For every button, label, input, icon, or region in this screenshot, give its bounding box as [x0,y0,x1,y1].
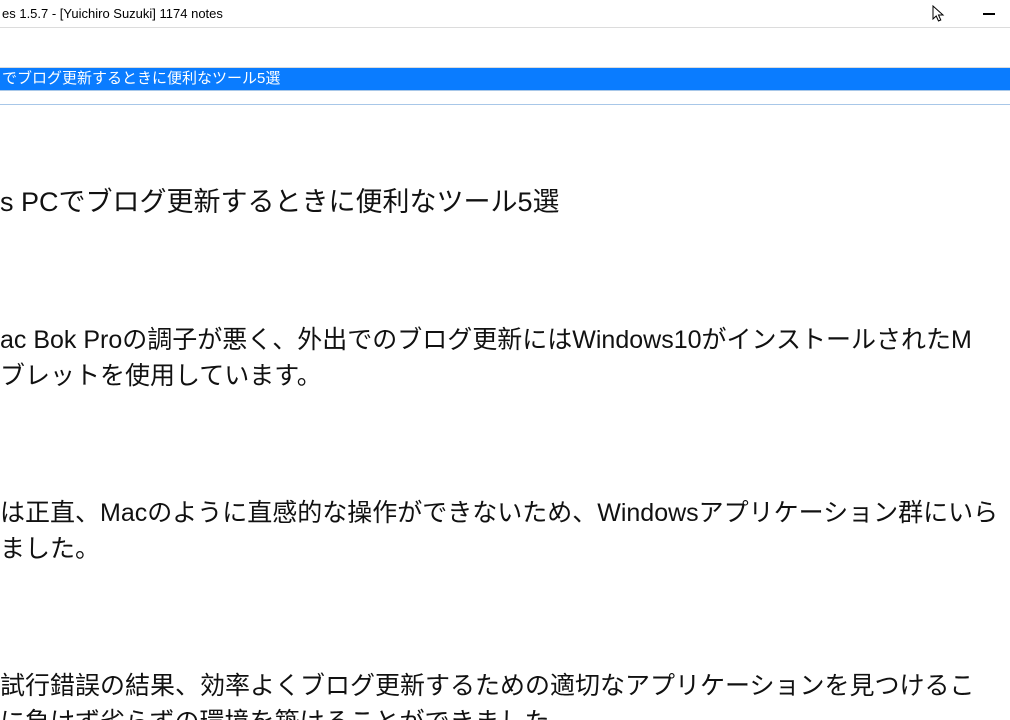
editor-paragraph[interactable]: 試行錯誤の結果、効率よくブログ更新するための適切なアプリケーションを見つけるこ … [0,668,1010,720]
toolbar-area [0,28,1010,68]
window-title: es 1.5.7 - [Yuichiro Suzuki] 1174 notes [2,6,223,21]
cursor-icon [932,5,946,23]
note-list[interactable]: でブログ更新するときに便利なツール5選 [0,68,1010,91]
minimize-button[interactable] [974,4,1004,24]
editor-heading[interactable]: s PCでブログ更新するときに便利なツール5選 [0,184,1010,222]
note-editor[interactable]: s PCでブログ更新するときに便利なツール5選 ac Bok Proの調子が悪く… [0,105,1010,720]
note-list-item-selected[interactable]: でブログ更新するときに便利なツール5選 [0,68,1010,90]
list-editor-divider [0,91,1010,105]
window-titlebar: es 1.5.7 - [Yuichiro Suzuki] 1174 notes [0,0,1010,28]
editor-paragraph[interactable]: ac Bok Proの調子が悪く、外出でのブログ更新にはWindows10がイン… [0,322,1010,395]
editor-paragraph[interactable]: は正直、Macのように直感的な操作ができないため、Windowsアプリケーション… [0,495,1010,568]
